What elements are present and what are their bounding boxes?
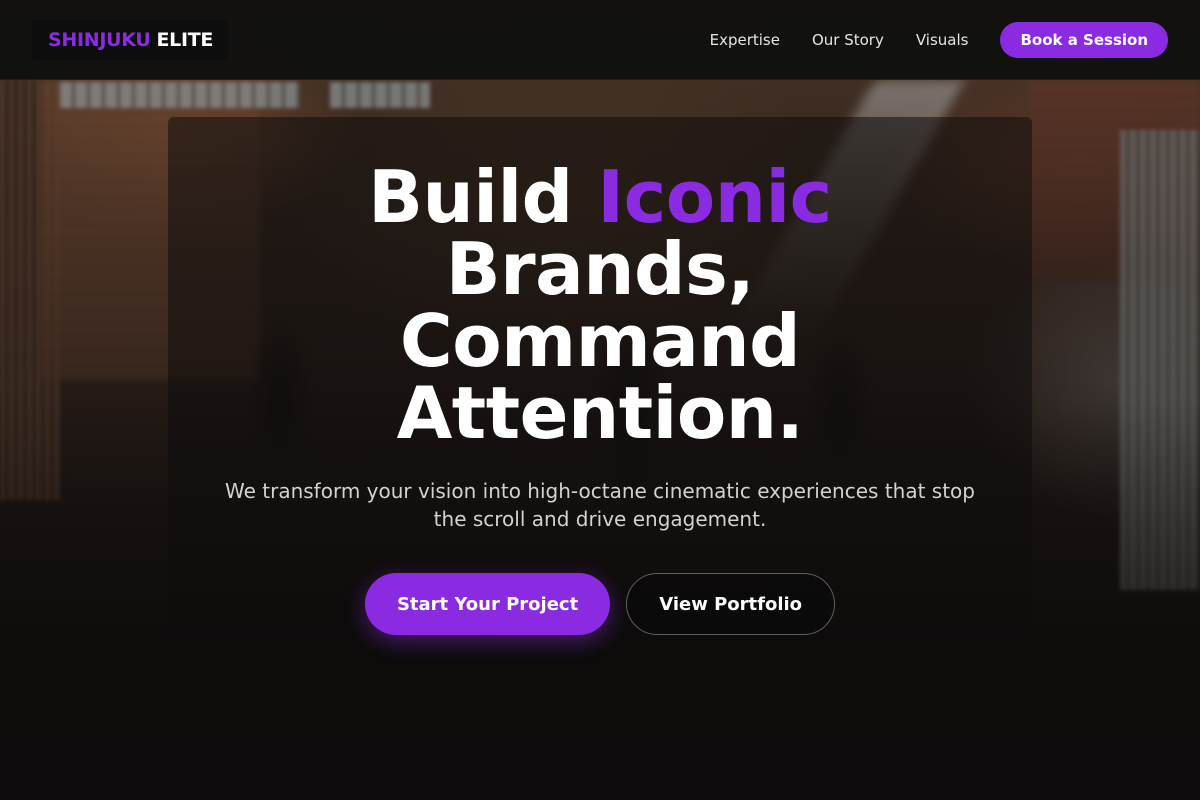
headline-line-4: Attention. — [396, 371, 804, 455]
start-project-button[interactable]: Start Your Project — [364, 573, 611, 635]
hero-card: Build Iconic Brands, Command Attention. … — [168, 117, 1032, 683]
book-session-button[interactable]: Book a Session — [1000, 21, 1168, 58]
hero-subtitle: We transform your vision into high-octan… — [225, 479, 975, 531]
logo-plain-text: ELITE — [156, 28, 214, 51]
main-nav: Expertise Our Story Visuals Book a Sessi… — [710, 21, 1168, 58]
site-logo[interactable]: SHINJUKU ELITE — [32, 19, 230, 60]
logo-accent-text: SHINJUKU — [48, 28, 151, 51]
headline-line-2: Brands, — [445, 227, 755, 311]
hero-cta-group: Start Your Project View Portfolio — [168, 573, 1032, 635]
nav-link-visuals[interactable]: Visuals — [916, 31, 969, 49]
view-portfolio-button[interactable]: View Portfolio — [626, 573, 836, 635]
nav-link-expertise[interactable]: Expertise — [710, 31, 780, 49]
site-header: SHINJUKU ELITE Expertise Our Story Visua… — [0, 0, 1200, 80]
nav-link-our-story[interactable]: Our Story — [812, 31, 884, 49]
hero-headline: Build Iconic Brands, Command Attention. — [168, 161, 1032, 449]
headline-line-3: Command — [399, 299, 801, 383]
headline-line-1: Build Iconic — [168, 161, 1032, 233]
